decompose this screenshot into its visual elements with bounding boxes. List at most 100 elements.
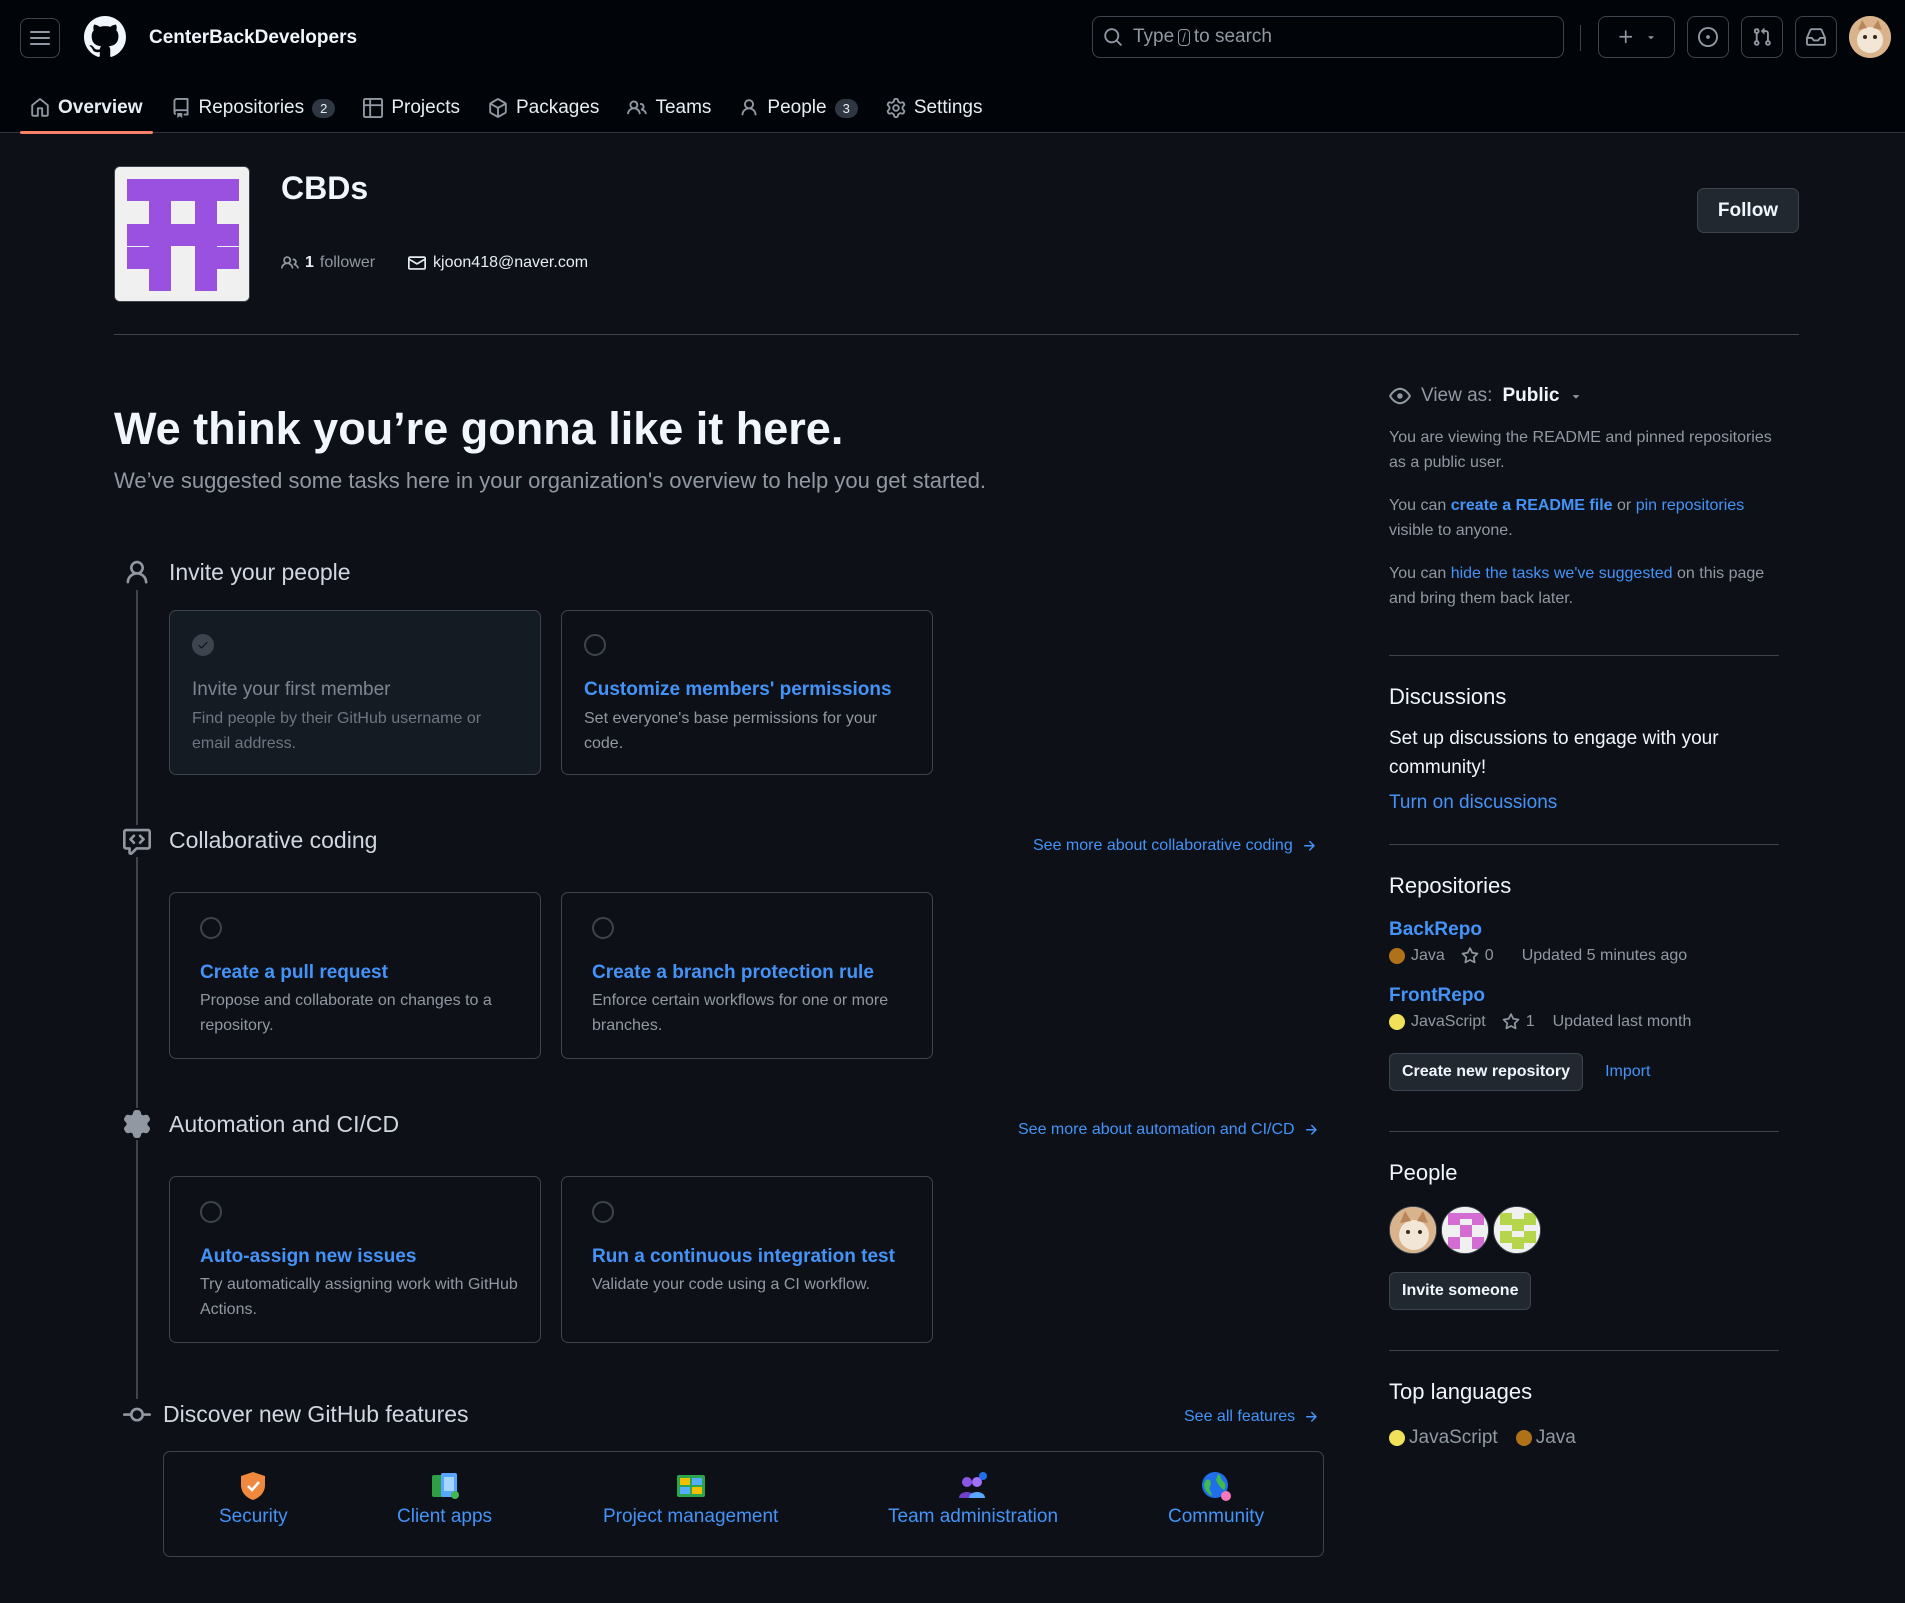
tab-repositories[interactable]: Repositories 2: [161, 84, 346, 132]
see-more-automation-link[interactable]: See more about automation and CI/CD: [1018, 1121, 1319, 1139]
org-name-link[interactable]: CenterBackDevelopers: [149, 27, 357, 49]
people-icon: [281, 256, 299, 269]
feature-client-apps[interactable]: Client apps: [397, 1470, 492, 1528]
task-card-title: Customize members' permissions: [584, 679, 892, 700]
task-card-customize-permissions[interactable]: Customize members' permissions Set every…: [561, 610, 933, 775]
task-card-branch-protection[interactable]: Create a branch protection rule Enforce …: [561, 892, 933, 1059]
repo-name-link[interactable]: BackRepo: [1389, 919, 1779, 941]
hide-hint-prefix: You can: [1389, 565, 1447, 582]
issues-button[interactable]: [1687, 16, 1729, 58]
language-item: Java: [1515, 1427, 1576, 1449]
task-card-title: Create a branch protection rule: [592, 962, 874, 983]
star-icon[interactable]: [1502, 1013, 1520, 1031]
tab-overview[interactable]: Overview: [20, 84, 153, 134]
check-circle-icon: [192, 634, 214, 656]
caret-down-icon: [1573, 395, 1580, 399]
header-divider-line: [114, 334, 1799, 335]
readme-hint: You can create a README file or pin repo…: [1389, 493, 1779, 543]
task-card-title: Create a pull request: [200, 962, 388, 983]
member-avatar[interactable]: [1389, 1206, 1437, 1254]
language-name: JavaScript: [1409, 1427, 1498, 1448]
feature-community[interactable]: Community: [1168, 1470, 1264, 1528]
sidebar-divider: [1389, 655, 1779, 656]
people-avatars: [1389, 1206, 1779, 1254]
top-languages-list: JavaScript Java: [1389, 1427, 1779, 1449]
task-card-desc: Propose and collaborate on changes to a …: [200, 992, 492, 1034]
repo-icon: [173, 98, 188, 118]
star-icon[interactable]: [1461, 947, 1479, 965]
repo-item: FrontRepo JavaScript 1 Updated last mont…: [1389, 985, 1779, 1031]
task-card-pull-request[interactable]: Create a pull request Propose and collab…: [169, 892, 541, 1059]
gear-icon: [886, 98, 906, 118]
github-logo-icon[interactable]: [84, 16, 126, 58]
task-card-ci-test[interactable]: Run a continuous integration test Valida…: [561, 1176, 933, 1343]
followers-link[interactable]: 1 follower: [281, 254, 375, 272]
arrow-right-icon: [1305, 1124, 1317, 1135]
feature-team-administration[interactable]: Team administration: [888, 1470, 1058, 1528]
avatar-icon: [1849, 16, 1891, 58]
task-card-auto-assign[interactable]: Auto-assign new issues Try automatically…: [169, 1176, 541, 1343]
feature-client-apps-label: Client apps: [397, 1506, 493, 1527]
turn-on-discussions-link[interactable]: Turn on discussions: [1389, 792, 1779, 814]
avatar-icon: [1390, 1207, 1436, 1253]
people-counter: 3: [834, 98, 858, 118]
repo-actions: Create new repository Import: [1389, 1053, 1779, 1091]
view-as-dropdown[interactable]: View as: Public: [1389, 385, 1779, 407]
search-placeholder-prefix: Type: [1133, 26, 1175, 47]
discussions-text: Set up discussions to engage with your c…: [1389, 728, 1719, 778]
inbox-button[interactable]: [1795, 16, 1837, 58]
language-color-dot: [1515, 1430, 1532, 1446]
see-all-features-link[interactable]: See all features: [1184, 1408, 1319, 1426]
invite-someone-button[interactable]: Invite someone: [1389, 1272, 1532, 1310]
org-email-link[interactable]: kjoon418@naver.com: [407, 254, 588, 272]
tab-projects[interactable]: Projects: [353, 84, 470, 132]
org-title: CBDs: [281, 170, 369, 206]
follow-button[interactable]: Follow: [1697, 188, 1799, 233]
tab-teams[interactable]: Teams: [617, 84, 721, 132]
followers-label: follower: [319, 254, 376, 271]
member-avatar[interactable]: [1493, 1206, 1541, 1254]
create-repository-button[interactable]: Create new repository: [1389, 1053, 1584, 1091]
feature-project-management[interactable]: Project management: [603, 1470, 778, 1528]
people-icon: [627, 100, 648, 115]
team-icon: [959, 1472, 988, 1498]
org-nav: Overview Repositories 2 Projects Package…: [20, 84, 1000, 134]
member-avatar[interactable]: [1441, 1206, 1489, 1254]
arrow-right-icon: [1303, 840, 1315, 851]
create-readme-link[interactable]: create a README file: [1451, 497, 1613, 514]
see-more-collab-link[interactable]: See more about collaborative coding: [1033, 837, 1317, 855]
pin-repositories-link[interactable]: pin repositories: [1636, 497, 1745, 514]
feature-security-label: Security: [219, 1506, 288, 1527]
tab-packages[interactable]: Packages: [478, 84, 609, 132]
timeline-line: [136, 590, 138, 1400]
repo-item: BackRepo Java 0 Updated 5 minutes ago: [1389, 919, 1779, 965]
feature-security[interactable]: Security: [219, 1470, 288, 1528]
task-card-desc: Find people by their GitHub username or …: [192, 710, 482, 752]
pull-requests-button[interactable]: [1741, 16, 1783, 58]
sidebar: View as: Public You are viewing the READ…: [1389, 385, 1779, 1449]
task-card-desc: Set everyone's base permissions for your…: [584, 710, 877, 752]
repo-language: JavaScript: [1411, 1013, 1486, 1030]
repo-name-link[interactable]: FrontRepo: [1389, 985, 1779, 1007]
language-color-dot: [1389, 948, 1405, 964]
task-status-circle: [592, 1201, 614, 1223]
task-card-title: Invite your first member: [192, 679, 391, 700]
sidebar-divider: [1389, 1350, 1779, 1351]
search-input[interactable]: Type / to search: [1092, 16, 1564, 58]
arrow-right-icon: [1306, 1411, 1317, 1422]
hide-tasks-link[interactable]: hide the tasks we've suggested: [1451, 565, 1673, 582]
org-email: kjoon418@naver.com: [433, 254, 589, 271]
create-new-button[interactable]: [1598, 16, 1675, 58]
tab-teams-label: Teams: [655, 97, 712, 118]
task-card-invite-member[interactable]: Invite your first member Find people by …: [169, 610, 541, 775]
global-header: CenterBackDevelopers Type / to search Ov…: [0, 0, 1905, 134]
features-panel: Security Client apps Project management …: [163, 1451, 1324, 1557]
menu-button[interactable]: [20, 18, 60, 58]
home-icon: [31, 98, 49, 117]
import-repository-link[interactable]: Import: [1605, 1063, 1650, 1081]
tab-settings[interactable]: Settings: [876, 84, 993, 132]
feature-project-management-label: Project management: [603, 1506, 779, 1527]
tab-people[interactable]: People 3: [729, 84, 867, 132]
user-avatar-button[interactable]: [1849, 16, 1891, 58]
repo-language: Java: [1411, 947, 1445, 964]
